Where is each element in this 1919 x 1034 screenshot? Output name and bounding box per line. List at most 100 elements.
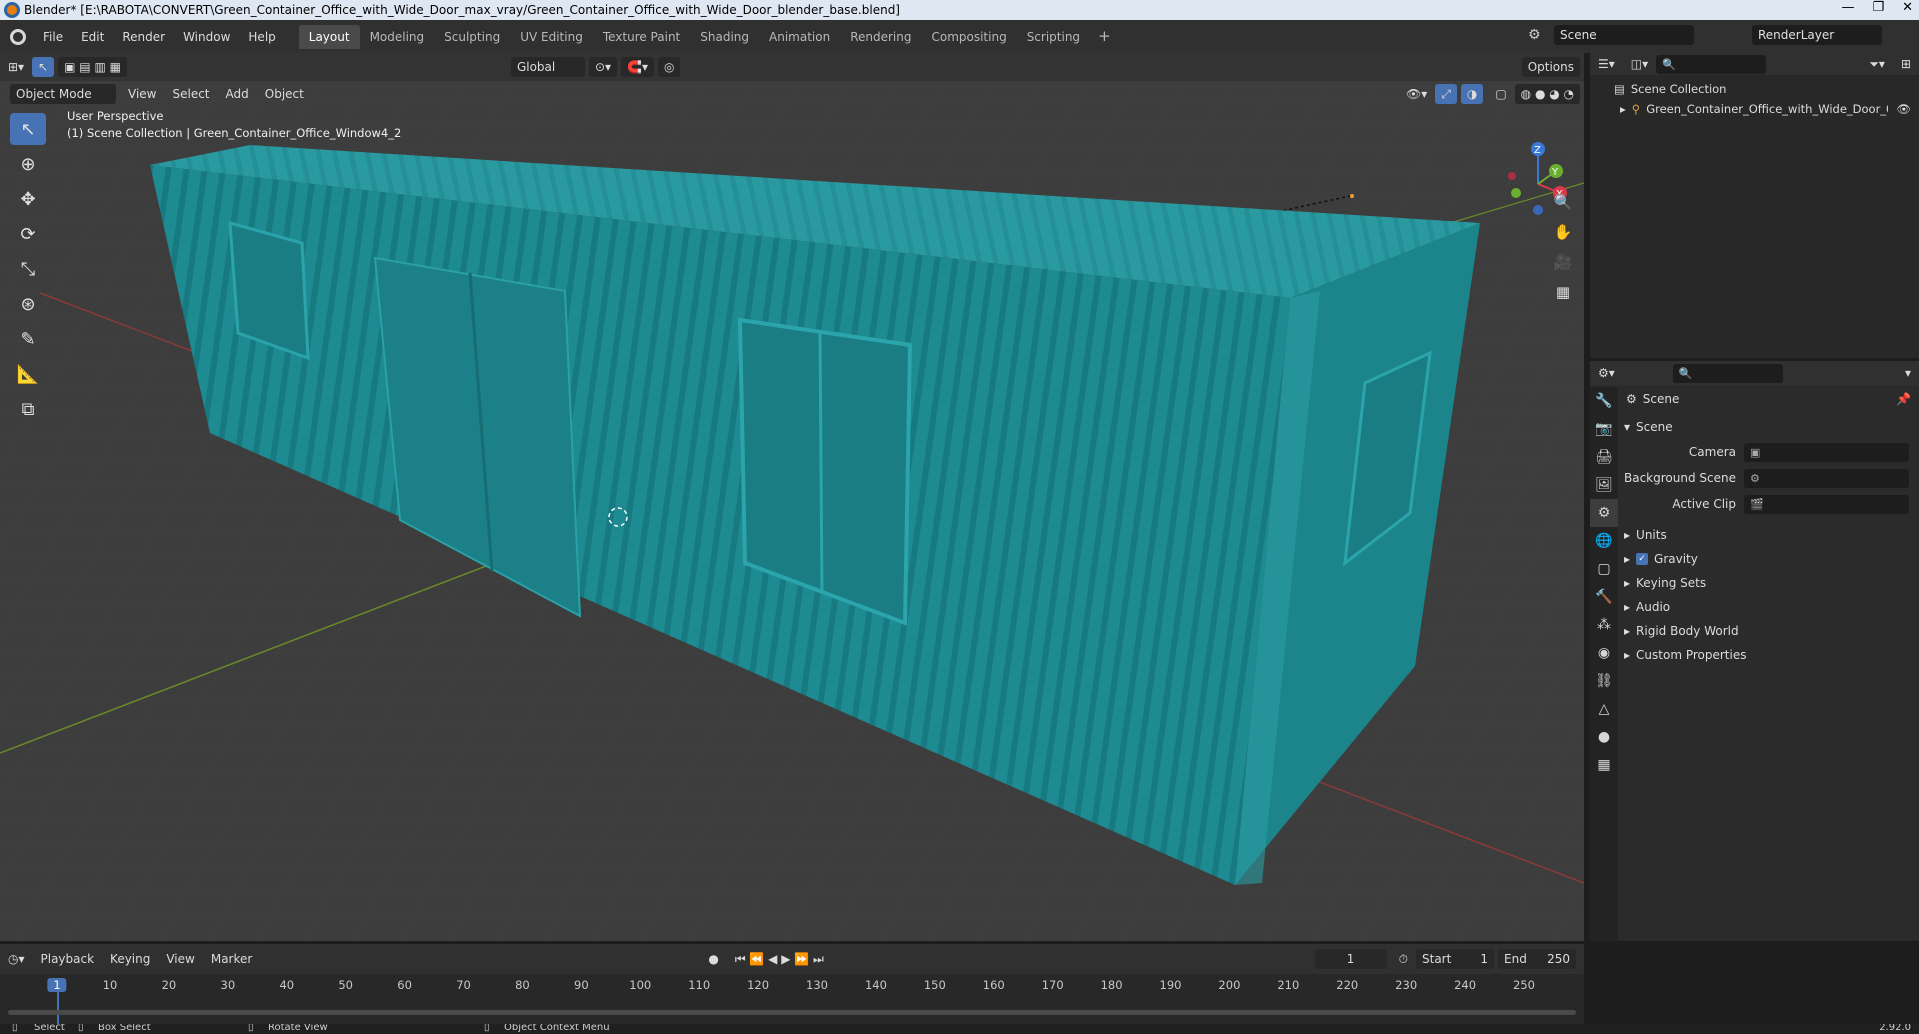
physics-tab-icon[interactable]: ◉ [1590, 639, 1618, 667]
view-layer-tab-icon[interactable]: 🖼 [1590, 471, 1618, 499]
perspective-toggle-icon[interactable]: ▦ [1550, 279, 1576, 305]
transform-tool-icon[interactable]: ⊛ [10, 288, 46, 320]
world-tab-icon[interactable]: 🌐 [1590, 527, 1618, 555]
xray-icon[interactable]: ▢ [1487, 87, 1514, 101]
gizmo-neg-y[interactable] [1511, 188, 1521, 198]
data-tab-icon[interactable]: △ [1590, 695, 1618, 723]
shading-modes-icon[interactable]: ◍ ● ◕ ◔ [1514, 84, 1580, 104]
select-mode-icons[interactable]: ▣ ▤ ▥ ▦ [58, 57, 127, 77]
properties-editor-icon[interactable]: ⚙▾ [1590, 366, 1623, 380]
filter-icon[interactable]: ⏷▾ [1861, 57, 1893, 72]
object-mode-dropdown[interactable]: Object Mode [10, 84, 116, 104]
menu-help[interactable]: Help [239, 30, 284, 44]
select-tool-icon[interactable]: ↖ [32, 57, 55, 77]
scene-icon[interactable]: ⚙ [1528, 27, 1541, 43]
menu-edit[interactable]: Edit [72, 30, 113, 44]
start-frame-field[interactable]: Start 1 [1416, 949, 1494, 969]
viewport-scene[interactable]: Z X Y [0, 53, 1584, 941]
visibility-eye-icon[interactable]: 👁 [1896, 102, 1911, 116]
timeline-menu-playback[interactable]: Playback [33, 952, 103, 966]
menu-window[interactable]: Window [174, 30, 239, 44]
gizmo-neg-x[interactable] [1508, 172, 1516, 180]
tab-shading[interactable]: Shading [690, 25, 759, 49]
close-button[interactable]: ✕ [1902, 0, 1913, 15]
outliner-scene-collection[interactable]: ▤ Scene Collection [1590, 79, 1919, 99]
units-panel[interactable]: ▸ Units [1622, 523, 1917, 547]
tool-tab-icon[interactable]: 🔧 [1590, 387, 1618, 415]
tab-modeling[interactable]: Modeling [360, 25, 435, 49]
expand-chevron-icon[interactable]: ▸ [1620, 102, 1626, 116]
gravity-checkbox[interactable]: ✓ [1636, 553, 1649, 565]
add-cube-tool-icon[interactable]: ⧉ [10, 393, 46, 425]
visibility-icon[interactable]: 👁▾ [1398, 87, 1435, 101]
editor-type-icon[interactable]: ⊞▾ [0, 60, 32, 74]
timeline-scrollbar[interactable] [8, 1010, 1576, 1015]
pin-icon[interactable]: 📌 [1896, 392, 1911, 406]
object-tab-icon[interactable]: ▢ [1590, 555, 1618, 583]
outliner-editor-icon[interactable]: ☰▾ [1590, 57, 1623, 71]
preview-range-icon[interactable]: ⏱ [1391, 952, 1416, 967]
viewport-menu-view[interactable]: View [120, 87, 164, 101]
current-frame-field[interactable]: 1 [1314, 949, 1387, 969]
gravity-panel[interactable]: ▸ ✓ Gravity [1622, 547, 1917, 571]
menu-file[interactable]: File [34, 30, 72, 44]
snap-icon[interactable]: 🧲▾ [621, 57, 654, 77]
custom-properties-panel[interactable]: ▸ Custom Properties [1622, 643, 1917, 667]
transform-orientation[interactable]: Global [510, 57, 585, 77]
scene-selector[interactable]: Scene [1554, 25, 1694, 45]
3d-viewport[interactable]: Z X Y ⊞▾ ↖ ▣ ▤ ▥ ▦ Global ⊙▾ 🧲▾ ◎ Option… [0, 53, 1584, 941]
blender-menu-icon[interactable] [10, 28, 26, 45]
viewport-menu-add[interactable]: Add [218, 87, 257, 101]
timeline-menu-view[interactable]: View [158, 952, 202, 966]
tab-uv-editing[interactable]: UV Editing [510, 25, 593, 49]
add-workspace-button[interactable]: + [1090, 25, 1119, 49]
tab-texture-paint[interactable]: Texture Paint [593, 25, 690, 49]
viewport-menu-object[interactable]: Object [257, 87, 312, 101]
rotate-tool-icon[interactable]: ⟳ [10, 218, 46, 250]
camera-view-icon[interactable]: 🎥 [1550, 249, 1576, 275]
playhead-line[interactable] [57, 992, 59, 1026]
select-box-tool-icon[interactable]: ↖ [10, 113, 46, 145]
display-mode-icon[interactable]: ◫▾ [1623, 57, 1656, 71]
minimize-button[interactable]: — [1841, 0, 1854, 15]
pivot-point-icon[interactable]: ⊙▾ [588, 57, 618, 77]
texture-tab-icon[interactable]: ▦ [1590, 751, 1618, 779]
overlay-toggle-icon[interactable]: ◑ [1460, 84, 1484, 104]
output-tab-icon[interactable]: 🖨 [1590, 443, 1618, 471]
tab-animation[interactable]: Animation [759, 25, 840, 49]
tab-sculpting[interactable]: Sculpting [434, 25, 510, 49]
playback-controls[interactable]: ⏮ ⏪ ◀ ▶ ⏩ ⏭ [727, 952, 832, 967]
render-tab-icon[interactable]: 📷 [1590, 415, 1618, 443]
material-tab-icon[interactable]: ● [1590, 723, 1618, 751]
properties-options-icon[interactable]: ▾ [1897, 366, 1919, 380]
background-scene-field[interactable]: ⚙ [1744, 468, 1909, 488]
tab-rendering[interactable]: Rendering [840, 25, 921, 49]
move-tool-icon[interactable]: ✥ [10, 183, 46, 215]
scene-tab-icon[interactable]: ⚙ [1590, 499, 1618, 527]
keying-sets-panel[interactable]: ▸ Keying Sets [1622, 571, 1917, 595]
menu-render[interactable]: Render [113, 30, 174, 44]
tab-layout[interactable]: Layout [298, 24, 360, 49]
timeline-menu-keying[interactable]: Keying [102, 952, 158, 966]
cursor-tool-icon[interactable]: ⊕ [10, 148, 46, 180]
outliner-object-row[interactable]: ▸ ⚲ Green_Container_Office_with_Wide_Doo… [1590, 99, 1919, 119]
measure-tool-icon[interactable]: 📐 [10, 358, 46, 390]
record-icon[interactable]: ● [700, 952, 726, 966]
modifier-tab-icon[interactable]: 🔨 [1590, 583, 1618, 611]
pan-hand-icon[interactable]: ✋ [1550, 219, 1576, 245]
gizmo-toggle-icon[interactable]: ⤢ [1435, 84, 1457, 104]
active-clip-field[interactable]: 🎬 [1744, 494, 1909, 514]
annotate-tool-icon[interactable]: ✎ [10, 323, 46, 355]
new-collection-icon[interactable]: ⊞ [1893, 57, 1919, 71]
timeline-menu-marker[interactable]: Marker [203, 952, 260, 966]
timeline-editor-icon[interactable]: ◷▾ [0, 952, 33, 966]
zoom-icon[interactable]: 🔍 [1550, 189, 1576, 215]
rigid-body-panel[interactable]: ▸ Rigid Body World [1622, 619, 1917, 643]
maximize-button[interactable]: ❐ [1872, 0, 1884, 15]
proportional-edit-icon[interactable]: ◎ [657, 57, 681, 77]
viewport-menu-select[interactable]: Select [164, 87, 217, 101]
options-button[interactable]: Options [1521, 57, 1580, 77]
tab-scripting[interactable]: Scripting [1017, 25, 1090, 49]
scene-panel-header[interactable]: ▾ Scene [1622, 415, 1917, 439]
particles-tab-icon[interactable]: ⁂ [1590, 611, 1618, 639]
